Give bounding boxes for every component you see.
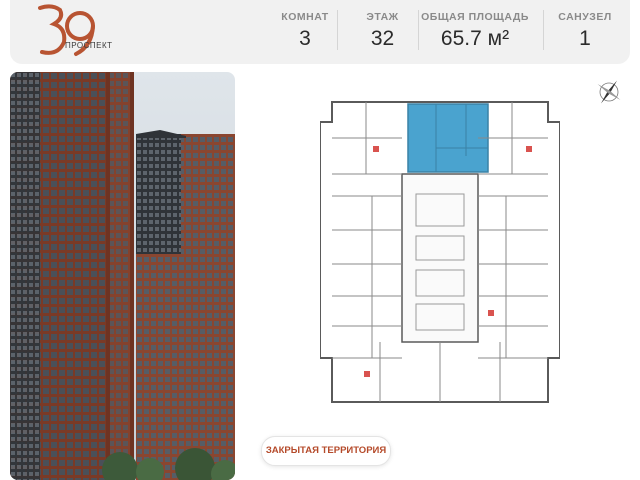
divider <box>337 10 338 50</box>
floor-value: 32 <box>370 27 395 50</box>
building-photo <box>10 72 235 480</box>
logo-39 <box>38 4 95 56</box>
compass-icon <box>597 80 621 104</box>
area-label: ОБЩАЯ ПЛОЩАДЬ <box>421 11 529 23</box>
closed-territory-button[interactable]: ЗАКРЫТАЯ ТЕРРИТОРИЯ <box>261 436 391 466</box>
area-value: 65.7 м² <box>440 27 510 50</box>
floor-label: ЭТАЖ <box>366 11 399 23</box>
stat-bathroom: САНУЗЕЛ 1 <box>545 0 625 64</box>
divider <box>543 10 544 50</box>
logo-subtitle: ПРОСПЕКТ <box>65 41 113 50</box>
bathroom-value: 1 <box>579 27 591 50</box>
stat-floor: ЭТАЖ 32 <box>350 0 415 64</box>
floor-plan <box>320 101 560 403</box>
info-header: ПРОСПЕКТ КОМНАТ 3 ЭТАЖ 32 ОБЩАЯ ПЛОЩАДЬ … <box>10 0 630 64</box>
bathroom-label: САНУЗЕЛ <box>558 11 612 23</box>
building-illustration <box>10 72 235 480</box>
selected-apartment[interactable] <box>407 103 489 173</box>
stat-area: ОБЩАЯ ПЛОЩАДЬ 65.7 м² <box>415 0 535 64</box>
